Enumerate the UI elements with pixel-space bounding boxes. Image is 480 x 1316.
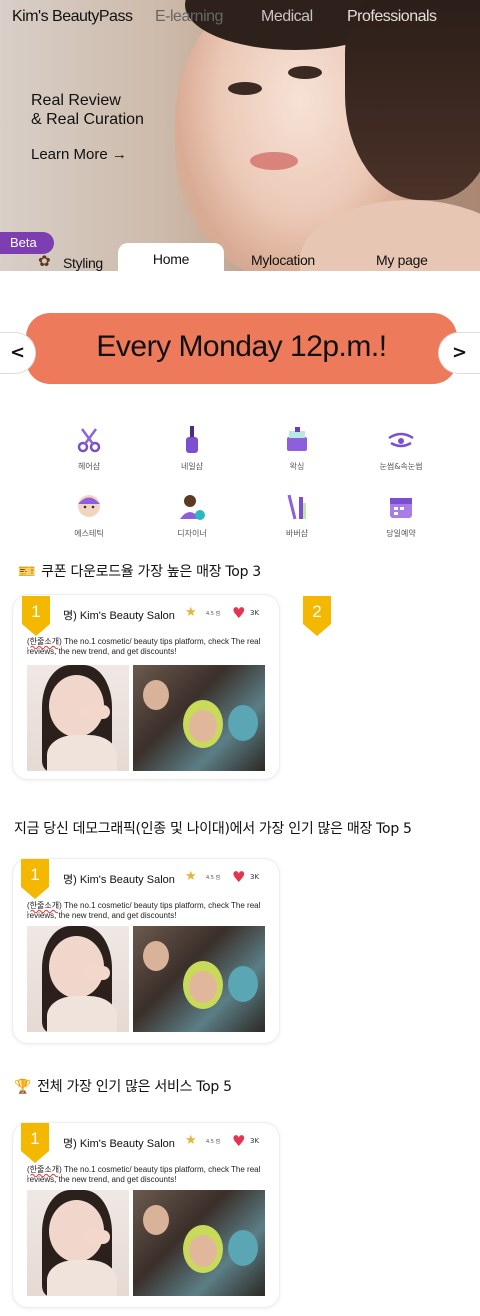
barber-icon bbox=[282, 492, 312, 522]
salon-photo-group[interactable] bbox=[133, 665, 265, 771]
salon-description: (한줄소개) The no.1 cosmetic/ beauty tips pl… bbox=[27, 637, 261, 656]
category-waxing[interactable]: 왁싱 bbox=[257, 425, 337, 472]
trophy-icon: 🏆 bbox=[14, 1079, 32, 1095]
salon-rating: 4.5 점 bbox=[206, 1139, 221, 1145]
tab-styling[interactable]: Styling bbox=[63, 255, 103, 271]
salon-likes: 3K bbox=[250, 873, 260, 881]
salon-name: 명) Kim's Beauty Salon bbox=[63, 610, 175, 622]
category-label: 눈썹&속눈썹 bbox=[379, 462, 423, 471]
wax-icon bbox=[282, 425, 312, 455]
calendar-icon bbox=[386, 492, 416, 522]
category-label: 에스테틱 bbox=[74, 529, 104, 538]
promo-banner[interactable]: Every Monday 12p.m.! bbox=[26, 313, 457, 384]
heart-icon[interactable]: ♥ bbox=[232, 1132, 245, 1150]
eyelash-icon bbox=[386, 425, 416, 455]
section-title-coupon: 🎫 쿠폰 다운로드율 가장 높은 매장 Top 3 bbox=[18, 564, 261, 580]
rank-badge: 1 bbox=[21, 1123, 49, 1163]
star-icon: ★ bbox=[185, 1133, 197, 1148]
salon-description: (한줄소개) The no.1 cosmetic/ beauty tips pl… bbox=[27, 1165, 261, 1184]
salon-photo-group[interactable] bbox=[133, 926, 265, 1032]
rank-badge: 1 bbox=[21, 859, 49, 899]
salon-card[interactable]: 명) Kim's Beauty Salon ★ 4.5 점 ♥ 3K (한줄소개… bbox=[12, 858, 280, 1044]
salon-card[interactable]: 명) Kim's Beauty Salon ★ 4.5 점 ♥ 3K (한줄소개… bbox=[12, 594, 280, 780]
hero-model-eye bbox=[288, 66, 322, 79]
nail-polish-icon bbox=[177, 425, 207, 455]
hero-headline-line2: & Real Curation bbox=[31, 111, 144, 128]
top-navigation: Kim's BeautyPass E-learning Medical Prof… bbox=[0, 8, 480, 32]
hero-headline: Real Review & Real Curation bbox=[31, 91, 144, 129]
carousel-next-button[interactable]: > bbox=[438, 332, 480, 374]
ticket-icon: 🎫 bbox=[18, 564, 36, 580]
category-label: 헤어샵 bbox=[77, 462, 101, 471]
nav-professionals[interactable]: Professionals bbox=[347, 8, 437, 26]
salon-photo-model[interactable] bbox=[27, 926, 129, 1032]
scissors-icon bbox=[74, 425, 104, 455]
tab-mypage[interactable]: My page bbox=[376, 252, 428, 268]
rank-badge: 1 bbox=[22, 596, 50, 636]
salon-description: (한줄소개) The no.1 cosmetic/ beauty tips pl… bbox=[27, 901, 261, 920]
nav-elearning[interactable]: E-learning bbox=[155, 8, 223, 26]
learn-more-link[interactable]: Learn More → bbox=[31, 146, 127, 163]
category-same-day[interactable]: 당일예약 bbox=[361, 492, 441, 539]
category-esthetic[interactable]: 에스테틱 bbox=[49, 492, 129, 539]
styling-icon: ✿ bbox=[38, 252, 51, 270]
salon-name: 명) Kim's Beauty Salon bbox=[63, 1138, 175, 1150]
category-barber[interactable]: 바버샵 bbox=[257, 492, 337, 539]
category-hair[interactable]: 헤어샵 bbox=[49, 425, 129, 472]
salon-rating: 4.5 점 bbox=[206, 611, 221, 617]
heart-icon[interactable]: ♥ bbox=[232, 604, 245, 622]
tab-mylocation[interactable]: Mylocation bbox=[251, 252, 315, 268]
beta-badge: Beta bbox=[0, 232, 54, 254]
category-label: 디자이너 bbox=[177, 529, 207, 538]
category-label: 당일예약 bbox=[386, 529, 416, 538]
nav-medical[interactable]: Medical bbox=[261, 8, 313, 26]
salon-photo-model[interactable] bbox=[27, 1190, 129, 1296]
hero-model-lips bbox=[250, 152, 298, 170]
designer-icon bbox=[177, 492, 207, 522]
category-designer[interactable]: 디자이너 bbox=[152, 492, 232, 539]
rank-badge: 2 bbox=[303, 596, 331, 636]
face-mask-icon bbox=[74, 492, 104, 522]
category-label: 네일샵 bbox=[180, 462, 204, 471]
hero-banner: Kim's BeautyPass E-learning Medical Prof… bbox=[0, 0, 480, 271]
category-label: 바버샵 bbox=[285, 529, 309, 538]
salon-name: 명) Kim's Beauty Salon bbox=[63, 874, 175, 886]
salon-photo-group[interactable] bbox=[133, 1190, 265, 1296]
star-icon: ★ bbox=[185, 869, 197, 884]
star-icon: ★ bbox=[185, 605, 197, 620]
salon-likes: 3K bbox=[250, 1137, 260, 1145]
salon-rating: 4.5 점 bbox=[206, 875, 221, 881]
tab-home[interactable]: Home bbox=[118, 243, 224, 271]
category-nail[interactable]: 네일샵 bbox=[152, 425, 232, 472]
salon-card[interactable]: 명) Kim's Beauty Salon ★ 4.5 점 ♥ 3K (한줄소개… bbox=[12, 1122, 280, 1308]
hero-model-eye bbox=[228, 82, 262, 95]
heart-icon[interactable]: ♥ bbox=[232, 868, 245, 886]
category-eyelash[interactable]: 눈썹&속눈썹 bbox=[361, 425, 441, 472]
category-label: 왁싱 bbox=[289, 462, 305, 471]
hero-headline-line1: Real Review bbox=[31, 92, 121, 109]
salon-photo-model[interactable] bbox=[27, 665, 129, 771]
brand-logo[interactable]: Kim's BeautyPass bbox=[12, 8, 133, 26]
section-title-demographic: 지금 당신 데모그래픽(인종 및 나이대)에서 가장 인기 많은 매장 Top … bbox=[14, 821, 412, 837]
section-title-popular-service: 🏆 전체 가장 인기 많은 서비스 Top 5 bbox=[14, 1079, 232, 1095]
salon-likes: 3K bbox=[250, 609, 260, 617]
